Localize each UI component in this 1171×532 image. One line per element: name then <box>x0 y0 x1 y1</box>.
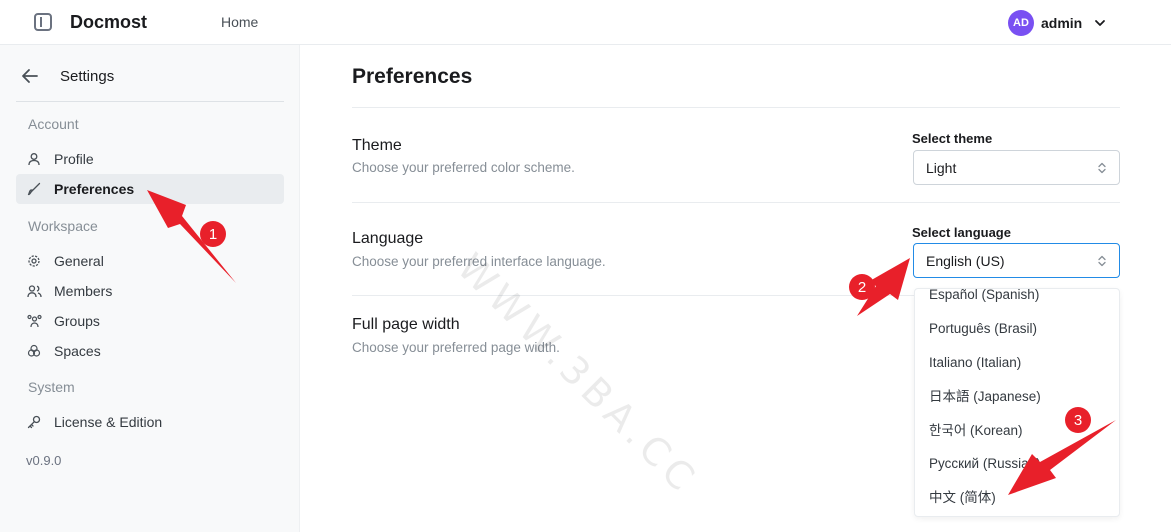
page-title: Preferences <box>352 65 473 88</box>
divider <box>352 202 1120 203</box>
theme-description: Choose your preferred color scheme. <box>352 160 575 175</box>
sidebar-item-groups[interactable]: Groups <box>16 306 284 336</box>
preferences-panel: Preferences Theme Choose your preferred … <box>300 45 1171 532</box>
theme-select-value: Light <box>926 159 957 176</box>
gear-icon <box>26 253 42 269</box>
language-select[interactable]: English (US) <box>913 243 1120 278</box>
language-option[interactable]: Русский (Russian) <box>915 449 1119 477</box>
chevron-down-icon <box>1094 17 1106 29</box>
user-name: admin <box>1041 15 1083 31</box>
language-dropdown: Español (Spanish) Português (Brasil) Ita… <box>914 288 1120 517</box>
language-option[interactable]: 中文 (简体) <box>915 482 1119 510</box>
sidebar-toggle-icon[interactable] <box>34 13 52 31</box>
language-option[interactable]: Português (Brasil) <box>915 314 1119 342</box>
home-link[interactable]: Home <box>221 14 258 30</box>
select-chevron-icon <box>1098 162 1106 174</box>
brush-icon <box>26 181 42 197</box>
sidebar-item-label: Groups <box>54 313 100 329</box>
top-bar: Docmost Home AD admin <box>0 0 1171 45</box>
language-title: Language <box>352 230 424 247</box>
settings-title: Settings <box>60 67 115 85</box>
sidebar-item-license[interactable]: License & Edition <box>16 407 284 437</box>
sidebar-item-label: Spaces <box>54 343 101 359</box>
language-option[interactable]: Español (Spanish) <box>915 289 1119 308</box>
users-icon <box>26 283 42 299</box>
theme-title: Theme <box>352 137 402 154</box>
language-option[interactable]: 日本語 (Japanese) <box>915 381 1119 409</box>
divider <box>352 107 1120 108</box>
sidebar-item-label: General <box>54 253 104 269</box>
page-width-description: Choose your preferred page width. <box>352 340 560 355</box>
language-option[interactable]: Italiano (Italian) <box>915 348 1119 376</box>
arrow-left-icon[interactable] <box>20 66 40 86</box>
avatar: AD <box>1008 10 1034 36</box>
language-select-value: English (US) <box>926 252 1005 269</box>
user-icon <box>26 151 42 167</box>
annotation-badge-2: 2 <box>849 274 875 300</box>
sidebar-item-label: Members <box>54 283 113 299</box>
settings-sidebar: Settings Account Profile Preferences Wor… <box>0 45 300 532</box>
language-description: Choose your preferred interface language… <box>352 254 606 269</box>
sidebar-item-general[interactable]: General <box>16 246 284 276</box>
version-label: v0.9.0 <box>26 453 62 468</box>
group-icon <box>26 313 42 329</box>
sidebar-item-label: Profile <box>54 151 94 167</box>
theme-select-label: Select theme <box>912 131 993 146</box>
sidebar-item-profile[interactable]: Profile <box>16 144 284 174</box>
sidebar-item-label: Preferences <box>54 181 135 197</box>
section-account: Account <box>28 116 79 132</box>
theme-select[interactable]: Light <box>913 150 1120 185</box>
section-system: System <box>28 379 75 395</box>
brand-logo[interactable]: Docmost <box>70 12 147 33</box>
spaces-icon <box>26 343 42 359</box>
sidebar-item-members[interactable]: Members <box>16 276 284 306</box>
section-workspace: Workspace <box>28 218 98 234</box>
sidebar-item-spaces[interactable]: Spaces <box>16 336 284 366</box>
annotation-badge-1: 1 <box>200 221 226 247</box>
sidebar-item-preferences[interactable]: Preferences <box>16 174 284 204</box>
user-menu[interactable]: AD admin <box>1008 9 1106 37</box>
sidebar-item-label: License & Edition <box>54 414 163 430</box>
sidebar-divider <box>16 101 284 102</box>
annotation-badge-3: 3 <box>1065 407 1091 433</box>
page-width-title: Full page width <box>352 316 460 333</box>
key-icon <box>26 414 42 430</box>
language-select-label: Select language <box>912 225 1011 240</box>
select-chevron-icon <box>1098 255 1106 267</box>
